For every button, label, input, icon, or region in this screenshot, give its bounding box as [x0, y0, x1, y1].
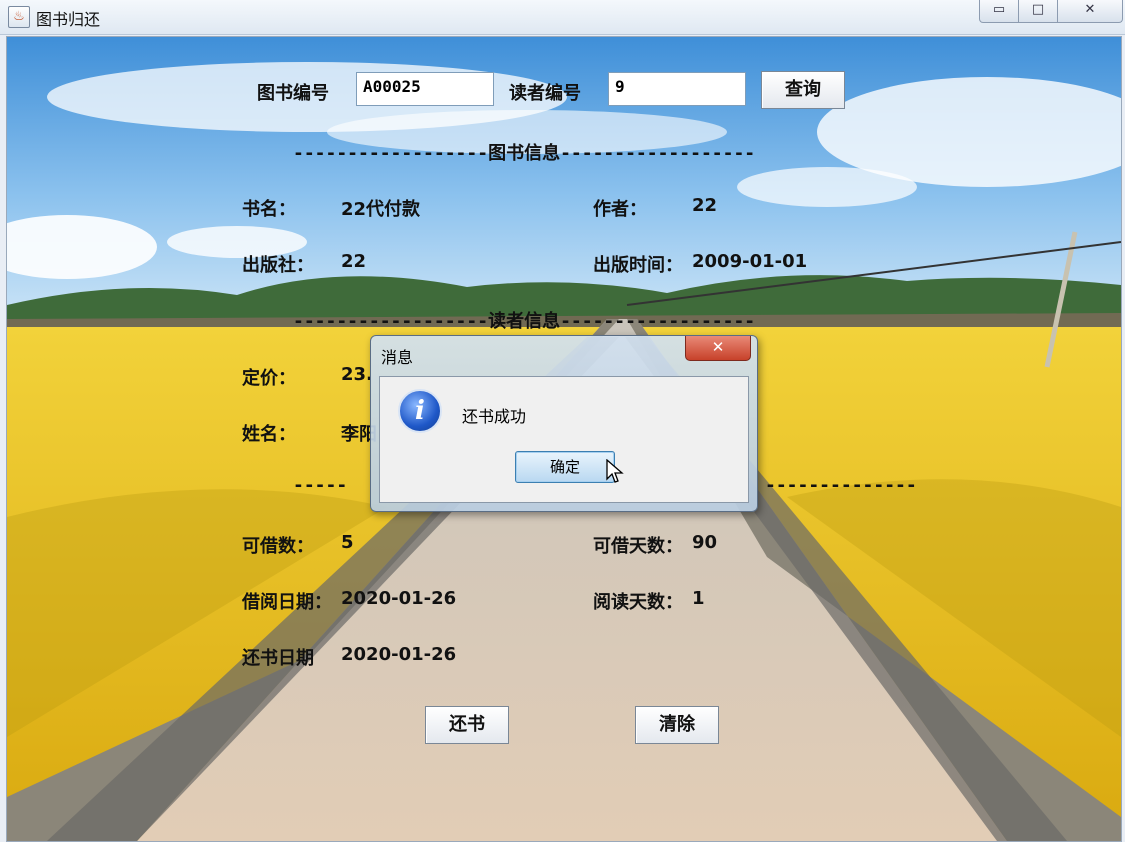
java-cup-icon: ♨	[8, 6, 30, 28]
price-value: 23.	[341, 364, 373, 385]
read-days-value: 1	[692, 588, 705, 609]
dialog-body: i 还书成功 确定	[379, 376, 749, 503]
reader-id-input[interactable]: 9	[608, 72, 746, 106]
price-label: 定价：	[242, 368, 296, 389]
window-title: 图书归还	[36, 10, 101, 29]
borrow-date-label: 借阅日期：	[242, 592, 332, 613]
book-info-divider: ------------------图书信息------------------	[293, 143, 756, 164]
dialog-title: 消息	[381, 348, 414, 367]
book-title-label: 书名：	[242, 199, 296, 220]
message-dialog: 消息 ✕ i 还书成功 确定	[370, 335, 758, 512]
book-title-value: 22代付款	[341, 199, 421, 220]
borrow-info-divider-right: --------------	[765, 475, 917, 496]
reader-name-label: 姓名：	[242, 424, 296, 445]
mouse-cursor-icon	[606, 459, 624, 483]
clear-button[interactable]: 清除	[635, 706, 719, 744]
dialog-message: 还书成功	[462, 407, 527, 426]
return-date-value: 2020-01-26	[341, 644, 457, 665]
minimize-button[interactable]: ▭	[979, 0, 1019, 23]
borrow-date-value: 2020-01-26	[341, 588, 457, 609]
borrow-days-value: 90	[692, 532, 718, 553]
maximize-button[interactable]: □	[1018, 0, 1058, 23]
borrow-days-label: 可借天数：	[593, 536, 683, 557]
borrow-info-divider-left: -----	[293, 475, 348, 496]
return-date-label: 还书日期	[242, 648, 314, 669]
ok-button[interactable]: 确定	[515, 451, 615, 483]
author-label: 作者：	[593, 199, 647, 220]
borrowable-label: 可借数：	[242, 536, 314, 557]
book-id-input[interactable]: A00025	[356, 72, 494, 106]
info-icon: i	[398, 389, 442, 433]
pub-date-value: 2009-01-01	[692, 251, 808, 272]
read-days-label: 阅读天数：	[593, 592, 683, 613]
book-id-label: 图书编号	[257, 83, 329, 104]
pub-date-label: 出版时间：	[593, 255, 683, 276]
return-book-button[interactable]: 还书	[425, 706, 509, 744]
borrowable-value: 5	[341, 532, 354, 553]
author-value: 22	[692, 195, 718, 216]
reader-info-divider: ------------------读者信息------------------	[293, 311, 756, 332]
search-button[interactable]: 查询	[761, 71, 845, 109]
publisher-value: 22	[341, 251, 367, 272]
dialog-close-button[interactable]: ✕	[685, 336, 751, 361]
window-titlebar: ♨ 图书归还 ▭ □ ✕	[0, 0, 1125, 35]
reader-id-label: 读者编号	[509, 83, 581, 104]
publisher-label: 出版社：	[242, 255, 314, 276]
close-button[interactable]: ✕	[1057, 0, 1123, 23]
